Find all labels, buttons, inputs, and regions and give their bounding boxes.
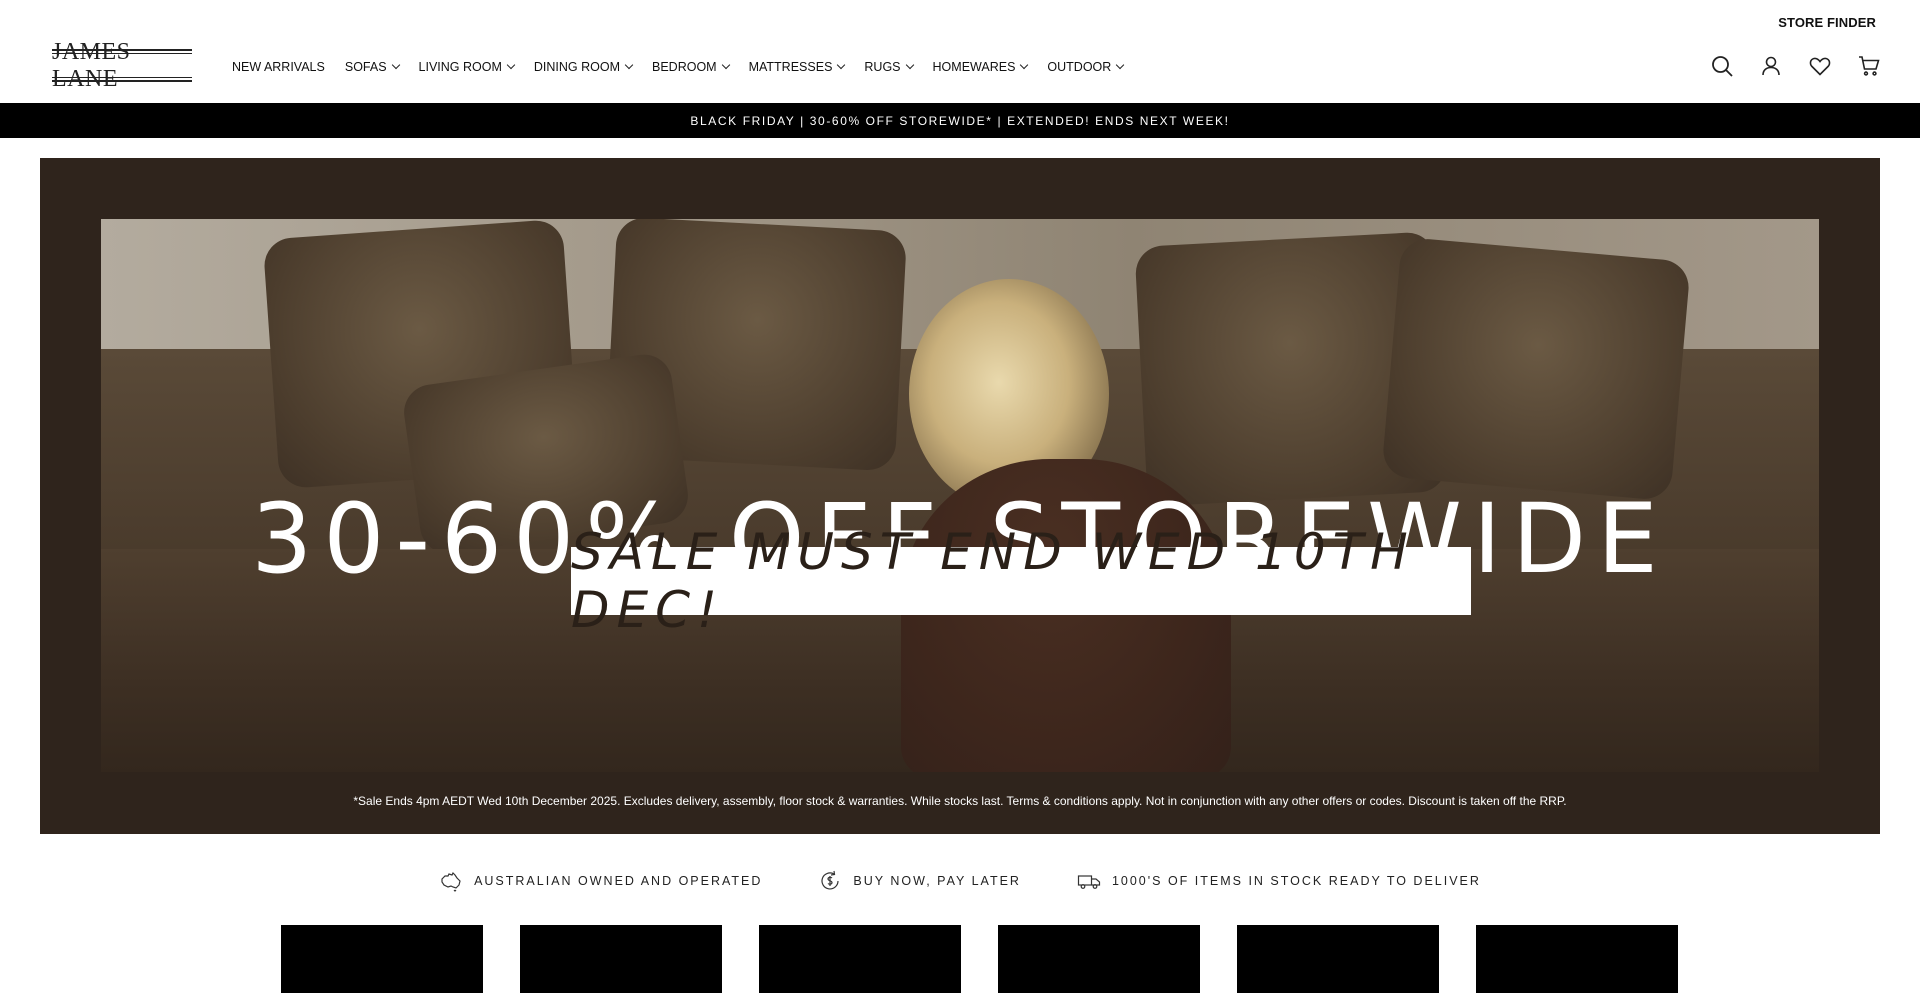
announcement-bar[interactable]: BLACK FRIDAY | 30-60% OFF STOREWIDE* | E… xyxy=(0,103,1920,138)
usp-label: BUY NOW, PAY LATER xyxy=(853,874,1021,888)
usp-bar: AUSTRALIAN OWNED AND OPERATED BUY NOW, P… xyxy=(0,868,1920,894)
usp-item-buy-now-pay-later: BUY NOW, PAY LATER xyxy=(818,869,1021,893)
hero-subheadline: SALE MUST END WED 10TH DEC! xyxy=(571,523,1415,639)
nav-item-rugs[interactable]: RUGS xyxy=(864,60,914,74)
nav-item-label: NEW ARRIVALS xyxy=(232,60,325,74)
category-tile[interactable] xyxy=(520,925,722,993)
pay-later-dollar-icon xyxy=(821,870,840,890)
nav-item-dining-room[interactable]: DINING ROOM xyxy=(533,60,634,74)
usp-label: 1000'S OF ITEMS IN STOCK READY TO DELIVE… xyxy=(1111,874,1481,888)
category-tiles xyxy=(281,925,1678,993)
nav-item-label: HOMEWARES xyxy=(932,60,1016,74)
store-finder-link[interactable]: STORE FINDER xyxy=(1778,15,1876,30)
nav-item-living-room[interactable]: LIVING ROOM xyxy=(418,60,516,74)
logo-text: JAMES LANE xyxy=(52,38,131,92)
chevron-down-icon xyxy=(391,60,400,70)
nav-item-mattresses[interactable]: MATTRESSES xyxy=(748,60,846,74)
cart-icon[interactable] xyxy=(1856,53,1882,79)
category-tile[interactable] xyxy=(1476,925,1678,993)
chevron-down-icon xyxy=(624,60,634,70)
hero-subheadline-box: SALE MUST END WED 10TH DEC! xyxy=(571,523,1471,639)
category-tile[interactable] xyxy=(1237,925,1439,993)
site-logo[interactable]: JAMES LANE xyxy=(52,39,192,92)
wishlist-heart-icon[interactable] xyxy=(1807,53,1833,79)
usp-label: AUSTRALIAN OWNED AND OPERATED xyxy=(474,874,763,888)
hero-photo: 30-60% OFF STOREWIDE SALE MUST END WED 1… xyxy=(101,219,1819,772)
chevron-down-icon xyxy=(506,60,516,70)
chevron-down-icon xyxy=(905,60,914,70)
hero-terms: *Sale Ends 4pm AEDT Wed 10th December 20… xyxy=(353,794,1567,808)
category-tile[interactable] xyxy=(281,925,483,993)
nav-item-label: MATTRESSES xyxy=(748,60,833,74)
hero-banner[interactable]: 30-60% OFF STOREWIDE SALE MUST END WED 1… xyxy=(40,158,1880,834)
header-actions xyxy=(1686,53,1882,79)
nav-item-new-arrivals[interactable]: NEW ARRIVALS xyxy=(232,60,325,74)
hero-photo-cushion xyxy=(1381,236,1691,502)
usp-item-in-stock: 1000'S OF ITEMS IN STOCK READY TO DELIVE… xyxy=(1077,869,1481,893)
account-icon[interactable] xyxy=(1758,53,1784,79)
nav-item-label: BEDROOM xyxy=(652,60,717,74)
category-tile[interactable] xyxy=(998,925,1200,993)
main-nav: NEW ARRIVALS SOFAS LIVING ROOM DINING RO… xyxy=(232,57,1143,77)
usp-item-australian-owned: AUSTRALIAN OWNED AND OPERATED xyxy=(439,869,762,893)
nav-item-label: RUGS xyxy=(864,60,901,74)
chevron-down-icon xyxy=(1020,60,1029,70)
chevron-down-icon xyxy=(1116,60,1125,70)
nav-item-sofas[interactable]: SOFAS xyxy=(344,60,400,74)
nav-item-label: DINING ROOM xyxy=(533,60,620,74)
nav-item-bedroom[interactable]: BEDROOM xyxy=(652,60,730,74)
australia-map-icon xyxy=(441,871,461,892)
search-icon[interactable] xyxy=(1709,53,1735,79)
delivery-truck-icon xyxy=(1077,875,1101,889)
nav-item-outdoor[interactable]: OUTDOOR xyxy=(1047,60,1125,74)
nav-item-label: SOFAS xyxy=(344,60,387,74)
nav-item-homewares[interactable]: HOMEWARES xyxy=(932,60,1029,74)
nav-item-label: LIVING ROOM xyxy=(418,60,502,74)
nav-item-label: OUTDOOR xyxy=(1047,60,1112,74)
chevron-down-icon xyxy=(837,60,846,70)
announcement-text: BLACK FRIDAY | 30-60% OFF STOREWIDE* | E… xyxy=(690,113,1230,128)
category-tile[interactable] xyxy=(759,925,961,993)
chevron-down-icon xyxy=(721,60,730,70)
site-header: STORE FINDER JAMES LANE NEW ARRIVALS SOF… xyxy=(0,0,1920,103)
